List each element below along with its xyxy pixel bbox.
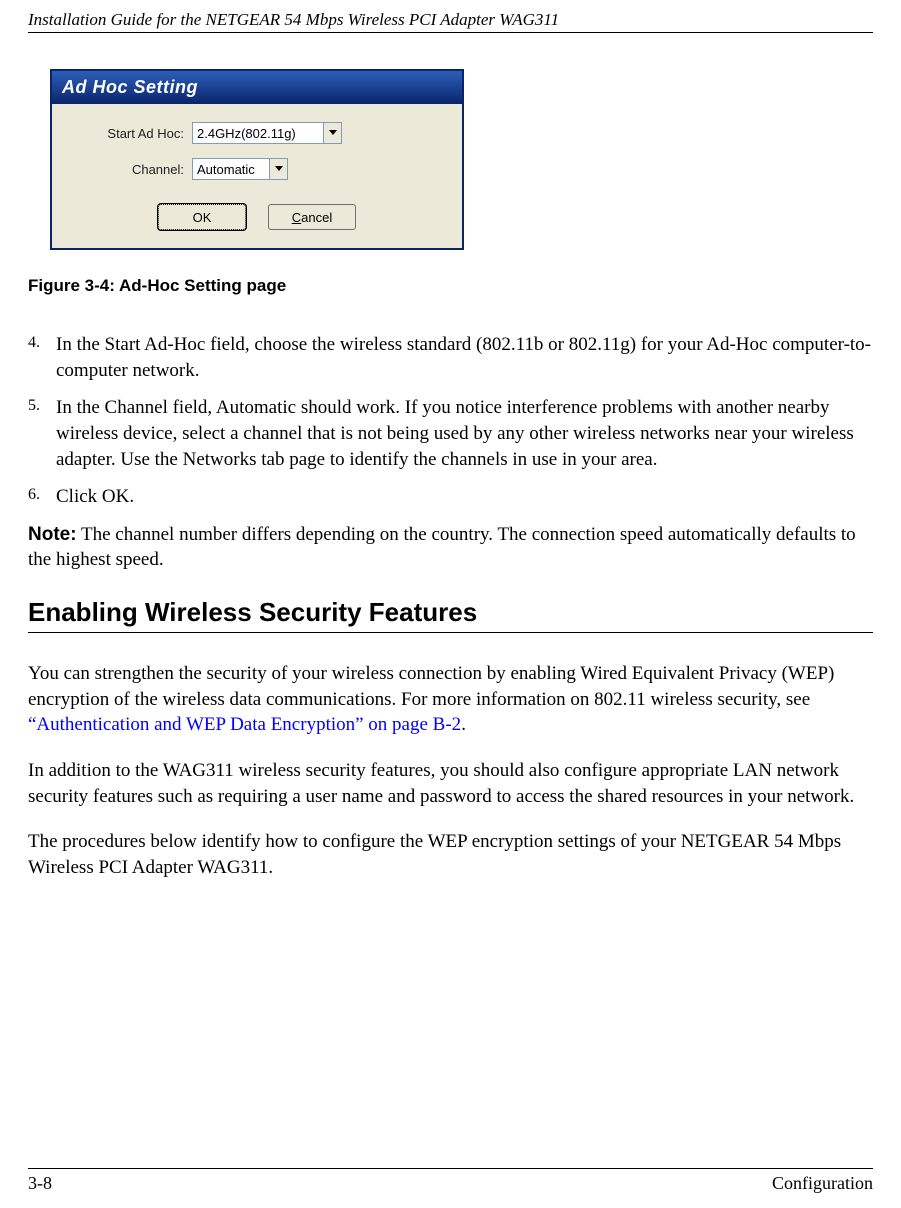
note-label: Note: [28,524,77,545]
section-rule [28,632,873,633]
note-paragraph: Note: The channel number differs dependi… [28,522,873,573]
page-number: 3-8 [28,1173,52,1194]
start-adhoc-label: Start Ad Hoc: [66,126,184,141]
paragraph-1: You can strengthen the security of your … [28,661,873,738]
channel-combo[interactable]: Automatic [192,158,288,180]
doc-header-title: Installation Guide for the NETGEAR 54 Mb… [28,10,873,30]
start-adhoc-combo[interactable]: 2.4GHz(802.11g) [192,122,342,144]
para1-part-b: . [461,714,466,735]
start-adhoc-value: 2.4GHz(802.11g) [193,126,323,141]
cancel-button[interactable]: Cancel [268,204,356,230]
list-item: 5. In the Channel field, Automatic shoul… [28,395,873,472]
step-number: 5. [28,395,56,472]
note-text: The channel number differs depending on … [28,524,856,571]
start-adhoc-row: Start Ad Hoc: 2.4GHz(802.11g) [66,122,448,144]
channel-label: Channel: [66,162,184,177]
ok-button[interactable]: OK [158,204,246,230]
step-list: 4. In the Start Ad-Hoc field, choose the… [28,332,873,510]
footer-rule [28,1168,873,1169]
section-heading: Enabling Wireless Security Features [28,597,873,628]
list-item: 6. Click OK. [28,484,873,510]
dropdown-icon[interactable] [323,123,341,143]
dialog-titlebar: Ad Hoc Setting [52,71,462,104]
para1-part-a: You can strengthen the security of your … [28,663,834,710]
channel-row: Channel: Automatic [66,158,448,180]
paragraph-3: The procedures below identify how to con… [28,829,873,880]
paragraph-2: In addition to the WAG311 wireless secur… [28,758,873,809]
channel-value: Automatic [193,162,269,177]
header-rule [28,32,873,33]
step-text: In the Start Ad-Hoc field, choose the wi… [56,332,873,383]
dropdown-icon[interactable] [269,159,287,179]
dialog-button-row: OK Cancel [66,194,448,242]
cross-reference-link[interactable]: “Authentication and WEP Data Encryption”… [28,714,461,735]
figure-caption: Figure 3-4: Ad-Hoc Setting page [28,276,873,296]
cancel-button-label: Cancel [292,210,332,225]
list-item: 4. In the Start Ad-Hoc field, choose the… [28,332,873,383]
dialog-figure: Ad Hoc Setting Start Ad Hoc: 2.4GHz(802.… [50,69,873,250]
ok-button-label: OK [193,210,212,225]
step-text: Click OK. [56,484,873,510]
dialog-body: Start Ad Hoc: 2.4GHz(802.11g) Channel: A… [52,104,462,248]
ad-hoc-dialog: Ad Hoc Setting Start Ad Hoc: 2.4GHz(802.… [50,69,464,250]
footer-section: Configuration [772,1173,873,1194]
step-number: 6. [28,484,56,510]
page-footer: 3-8 Configuration [28,1168,873,1194]
step-number: 4. [28,332,56,383]
step-text: In the Channel field, Automatic should w… [56,395,873,472]
